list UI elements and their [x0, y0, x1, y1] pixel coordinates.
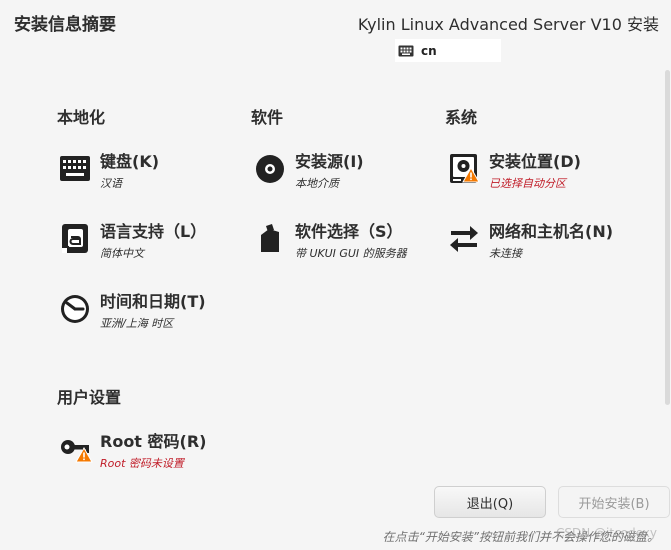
keyboard-layout-label: cn — [421, 43, 437, 58]
scrollbar[interactable] — [665, 70, 670, 405]
spoke-install-destination[interactable]: 安装位置(D) 已选择自动分区 — [448, 152, 581, 191]
keyboard-small-icon — [398, 45, 414, 57]
spoke-language-name: 语言支持（L） — [100, 222, 207, 241]
warning-icon — [462, 166, 480, 187]
package-icon — [254, 223, 286, 255]
network-arrows-icon — [448, 223, 480, 255]
spoke-install-source[interactable]: 安装源(I) 本地介质 — [254, 152, 364, 191]
warning-icon — [75, 446, 93, 467]
spoke-source-status: 本地介质 — [295, 177, 339, 190]
spoke-time-status: 亚洲/上海 时区 — [100, 317, 174, 330]
spoke-keyboard[interactable]: 键盘(K) 汉语 — [59, 152, 159, 191]
spoke-root-password[interactable]: Root 密码(R) Root 密码未设置 — [59, 432, 206, 471]
spoke-software-selection[interactable]: 软件选择（S） 带 UKUI GUI 的服务器 — [254, 222, 407, 261]
spoke-network-status: 未连接 — [489, 247, 522, 260]
page-title: 安装信息摘要 — [14, 15, 116, 35]
spoke-source-name: 安装源(I) — [295, 152, 364, 171]
begin-installation-button[interactable]: 开始安装(B) — [558, 486, 670, 518]
keyboard-layout-indicator[interactable]: cn — [395, 39, 501, 62]
spoke-time-date[interactable]: 时间和日期(T) 亚洲/上海 时区 — [59, 292, 206, 331]
spoke-destination-name: 安装位置(D) — [489, 152, 581, 171]
spoke-time-name: 时间和日期(T) — [100, 292, 206, 311]
harddisk-icon — [448, 153, 480, 185]
watermark: CSDN @itcodexy — [556, 526, 657, 540]
section-software: 软件 — [251, 108, 284, 127]
language-icon — [59, 223, 91, 255]
section-system: 系统 — [445, 108, 478, 127]
spoke-keyboard-name: 键盘(K) — [100, 152, 160, 171]
spoke-language-status: 简体中文 — [100, 247, 144, 260]
section-localization: 本地化 — [57, 108, 106, 127]
spoke-language[interactable]: 语言支持（L） 简体中文 — [59, 222, 206, 261]
disc-icon — [254, 153, 286, 185]
spoke-software-status: 带 UKUI GUI 的服务器 — [295, 247, 407, 260]
keyboard-icon — [59, 153, 91, 185]
spoke-root-name: Root 密码(R) — [100, 432, 207, 451]
spoke-software-name: 软件选择（S） — [295, 222, 403, 241]
spoke-network-name: 网络和主机名(N) — [489, 222, 614, 241]
quit-button[interactable]: 退出(Q) — [434, 486, 546, 518]
spoke-keyboard-status: 汉语 — [100, 177, 122, 190]
spoke-network-hostname[interactable]: 网络和主机名(N) 未连接 — [448, 222, 613, 261]
section-user-settings: 用户设置 — [57, 388, 122, 407]
key-icon — [59, 433, 93, 467]
spoke-destination-status: 已选择自动分区 — [489, 177, 566, 190]
spoke-root-status: Root 密码未设置 — [100, 457, 184, 470]
clock-icon — [59, 293, 91, 325]
product-title: Kylin Linux Advanced Server V10 安装 — [357, 15, 659, 34]
